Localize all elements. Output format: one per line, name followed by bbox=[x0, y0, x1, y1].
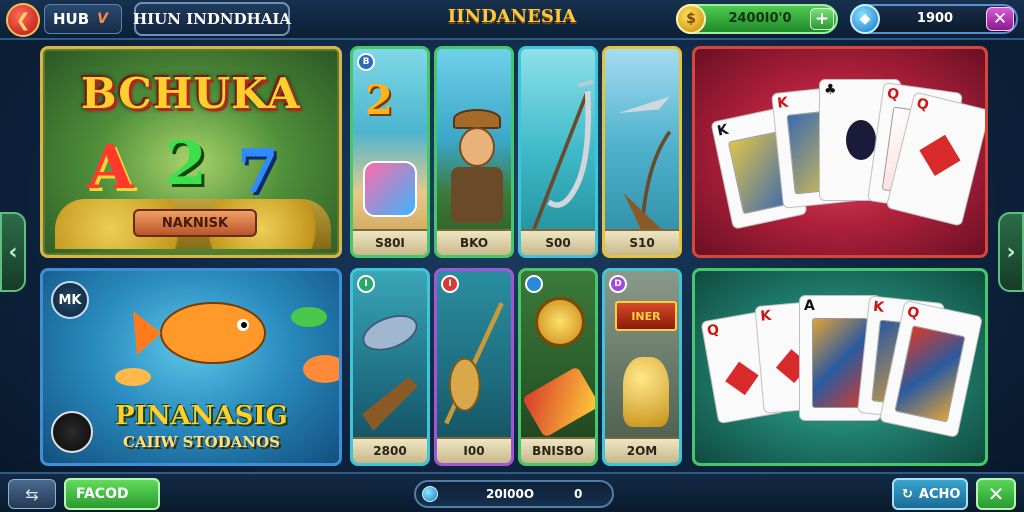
hat-icon bbox=[453, 109, 501, 129]
chevron-right-icon: › bbox=[1006, 239, 1016, 265]
price-label: S80I bbox=[353, 229, 427, 255]
water-gun-icon bbox=[363, 161, 417, 217]
gem-balance: ◆ 1900 ✕ bbox=[850, 4, 1018, 34]
scroll-right-button[interactable]: › bbox=[998, 212, 1024, 292]
hub-mark: V bbox=[97, 11, 109, 27]
gold-statue-icon bbox=[623, 357, 669, 427]
price-label: S00 bbox=[521, 229, 595, 255]
gem-value: 1900 bbox=[916, 11, 954, 26]
gem-icon bbox=[422, 486, 438, 502]
gem-icon: ◆ bbox=[850, 4, 880, 34]
acho-label: ACHO bbox=[918, 486, 961, 502]
card-face bbox=[894, 325, 966, 423]
card-rank: ♣ bbox=[824, 82, 837, 98]
top-bar: ❮ HUB V HIUN INDNDHAIA IINDANESIA $ 2400… bbox=[0, 0, 1024, 40]
slot-game-title: BCHUKA bbox=[81, 69, 301, 118]
card-rank: K bbox=[759, 307, 772, 325]
bottom-bar: ⇆ FACOD 20I00O 0 ↻ ACHO ✕ bbox=[0, 472, 1024, 512]
game-card-swordfish[interactable]: S10 bbox=[602, 46, 682, 258]
fish-icons bbox=[115, 302, 339, 386]
region-label: IINDANESIA bbox=[447, 6, 577, 27]
slot-symbol-7: 7 bbox=[237, 137, 279, 207]
price-label: BNISBO bbox=[521, 437, 595, 463]
hub-label: HUB bbox=[53, 10, 90, 28]
close-button[interactable]: ✕ bbox=[976, 478, 1016, 510]
card-badge bbox=[525, 275, 543, 293]
refresh-icon: ↻ bbox=[902, 486, 913, 502]
back-button[interactable]: ❮ bbox=[6, 3, 40, 37]
coin-icon: $ bbox=[676, 4, 706, 34]
game-card-rod[interactable]: S00 bbox=[518, 46, 598, 258]
close-button[interactable]: ✕ bbox=[986, 7, 1014, 31]
game-card-slot[interactable]: BCHUKA A 2 7 NAKNISK bbox=[40, 46, 342, 258]
sign-plate: INER bbox=[615, 301, 677, 331]
gold-medal-icon bbox=[535, 297, 585, 347]
game-card-poker-top[interactable]: K K ♣ Q Q bbox=[692, 46, 988, 258]
share-icon: ⇆ bbox=[25, 484, 39, 504]
game-card-spear[interactable]: I I00 bbox=[434, 268, 514, 466]
card-rank: K bbox=[776, 94, 789, 112]
chevron-left-icon: ❮ bbox=[15, 9, 31, 31]
share-button[interactable]: ⇆ bbox=[8, 479, 56, 509]
slot-symbol-2: 2 bbox=[165, 129, 207, 199]
price-label: 2OM bbox=[605, 437, 679, 463]
card-rank: Q bbox=[705, 321, 721, 340]
beetle-icon bbox=[846, 120, 876, 160]
fisherman-face-icon bbox=[459, 127, 495, 167]
balance-secondary: 0 bbox=[574, 487, 583, 501]
slot-game-plate: NAKNISK bbox=[133, 209, 257, 237]
card-rank: Q bbox=[905, 304, 921, 323]
game-card-beach[interactable]: B 2 S80I bbox=[350, 46, 430, 258]
game-card-gold[interactable]: D INER 2OM bbox=[602, 268, 682, 466]
balance-value: 20I00O bbox=[486, 487, 535, 501]
coin-balance: $ 2400I0'0 + bbox=[676, 4, 838, 34]
card-rank: K bbox=[715, 121, 730, 140]
number-2-symbol: 2 bbox=[365, 77, 393, 124]
page-title[interactable]: HIUN INDNDHAIA bbox=[133, 2, 291, 36]
chevron-left-icon: ‹ bbox=[8, 239, 18, 265]
fish-game-emblem: MK bbox=[51, 281, 89, 319]
fish-game-subtitle: CAIIW STODANOS bbox=[123, 433, 280, 451]
coin-value: 2400I0'0 bbox=[728, 11, 792, 26]
fish-game-title: PINANASIG bbox=[115, 401, 288, 431]
card-rank: K bbox=[872, 298, 885, 316]
hub-button[interactable]: HUB V bbox=[44, 4, 122, 34]
card-rank: Q bbox=[886, 85, 901, 104]
card-badge: D bbox=[609, 275, 627, 293]
price-label: BKO bbox=[437, 229, 511, 255]
price-label: I00 bbox=[437, 437, 511, 463]
card-rank: Q bbox=[914, 95, 931, 114]
acho-button[interactable]: ↻ ACHO bbox=[892, 478, 968, 510]
balance-display[interactable]: 20I00O 0 bbox=[414, 480, 614, 508]
scroll-left-button[interactable]: ‹ bbox=[0, 212, 26, 292]
game-card-fish[interactable]: I 2800 bbox=[350, 268, 430, 466]
diamond-icon bbox=[919, 134, 961, 176]
fishing-rod-icon bbox=[528, 79, 594, 240]
game-card-fisherman[interactable]: BKO bbox=[434, 46, 514, 258]
card-badge: B bbox=[357, 53, 375, 71]
swordfish-icon bbox=[617, 96, 672, 232]
game-card-fishing[interactable]: MK PINANASIG CAIIW STODANOS bbox=[40, 268, 342, 466]
fisherman-body-icon bbox=[451, 167, 503, 223]
game-card-treasure[interactable]: BNISBO bbox=[518, 268, 598, 466]
mask-icon bbox=[51, 411, 93, 453]
add-coins-button[interactable]: + bbox=[810, 8, 834, 30]
card-rank: A bbox=[804, 298, 815, 314]
spear-icon bbox=[444, 302, 504, 425]
price-label: S10 bbox=[605, 229, 679, 255]
price-label: 2800 bbox=[353, 437, 427, 463]
diamond-icon bbox=[725, 361, 759, 396]
slot-symbol-a: A bbox=[87, 133, 134, 203]
tuna-icon bbox=[362, 315, 418, 431]
green-action-button[interactable]: FACOD bbox=[64, 478, 160, 510]
game-card-poker-bottom[interactable]: Q K A K Q bbox=[692, 268, 988, 466]
treasure-item-icon bbox=[521, 366, 595, 438]
